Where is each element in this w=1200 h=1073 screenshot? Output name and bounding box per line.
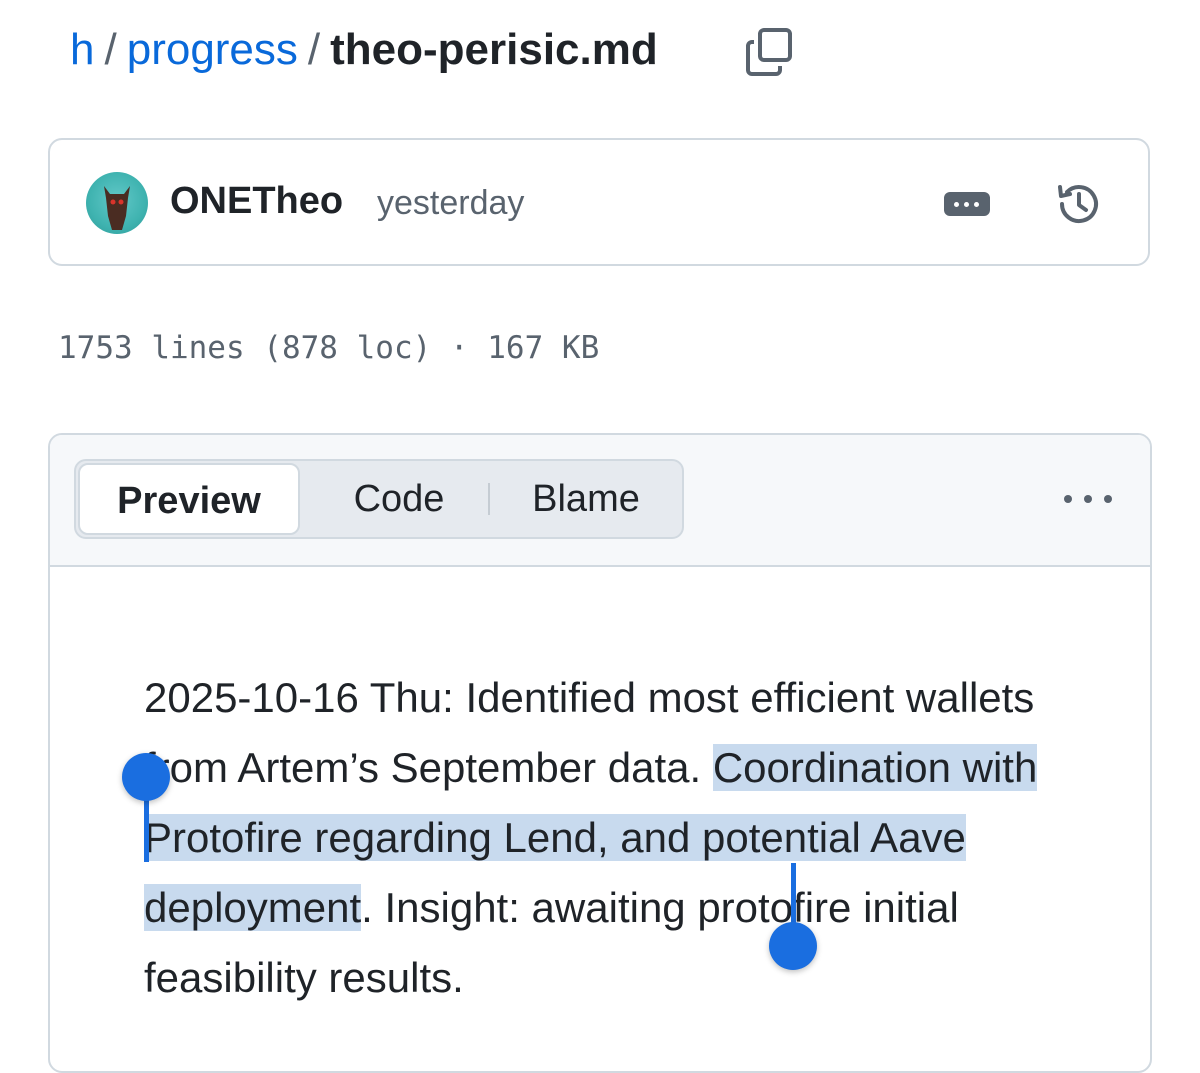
breadcrumb-root-link[interactable]: h xyxy=(70,25,94,74)
tab-preview[interactable]: Preview xyxy=(78,463,300,535)
tab-code[interactable]: Code xyxy=(324,461,474,537)
dot-icon xyxy=(974,202,979,207)
dot-icon xyxy=(1084,495,1092,503)
dot-icon xyxy=(1104,495,1112,503)
breadcrumb-separator: / xyxy=(104,25,117,74)
commit-message-toggle-button[interactable] xyxy=(944,192,990,216)
file-viewer: Preview Code Blame 2025-10-16 Thu: Ident… xyxy=(48,433,1152,1073)
file-header: Preview Code Blame xyxy=(50,435,1150,567)
dot-icon xyxy=(1064,495,1072,503)
breadcrumb-file-name: theo-perisic.md xyxy=(330,25,658,74)
commit-time: yesterday xyxy=(377,184,525,222)
selection-start-handle[interactable] xyxy=(122,753,170,801)
dot-icon xyxy=(954,202,959,207)
avatar[interactable] xyxy=(86,172,148,234)
breadcrumb-folder-link[interactable]: progress xyxy=(127,25,298,74)
breadcrumb-separator: / xyxy=(307,25,321,74)
file-info: 1753 lines (878 loc) · 167 KB xyxy=(58,330,600,366)
kebab-icon[interactable] xyxy=(1060,487,1116,511)
commit-author[interactable]: ONETheo xyxy=(170,180,343,223)
view-mode-tabs: Preview Code Blame xyxy=(74,459,684,539)
breadcrumb: h / progress / theo-perisic.md xyxy=(70,22,658,78)
copy-icon[interactable] xyxy=(744,26,796,78)
dot-icon xyxy=(964,202,969,207)
selection-end-handle[interactable] xyxy=(769,922,817,970)
latest-commit-card: ONETheo yesterday xyxy=(48,138,1150,266)
tab-divider xyxy=(488,483,490,515)
history-icon[interactable] xyxy=(1054,179,1104,229)
tab-blame[interactable]: Blame xyxy=(506,461,666,537)
markdown-paragraph: 2025-10-16 Thu: Identified most efficien… xyxy=(144,663,1074,1013)
